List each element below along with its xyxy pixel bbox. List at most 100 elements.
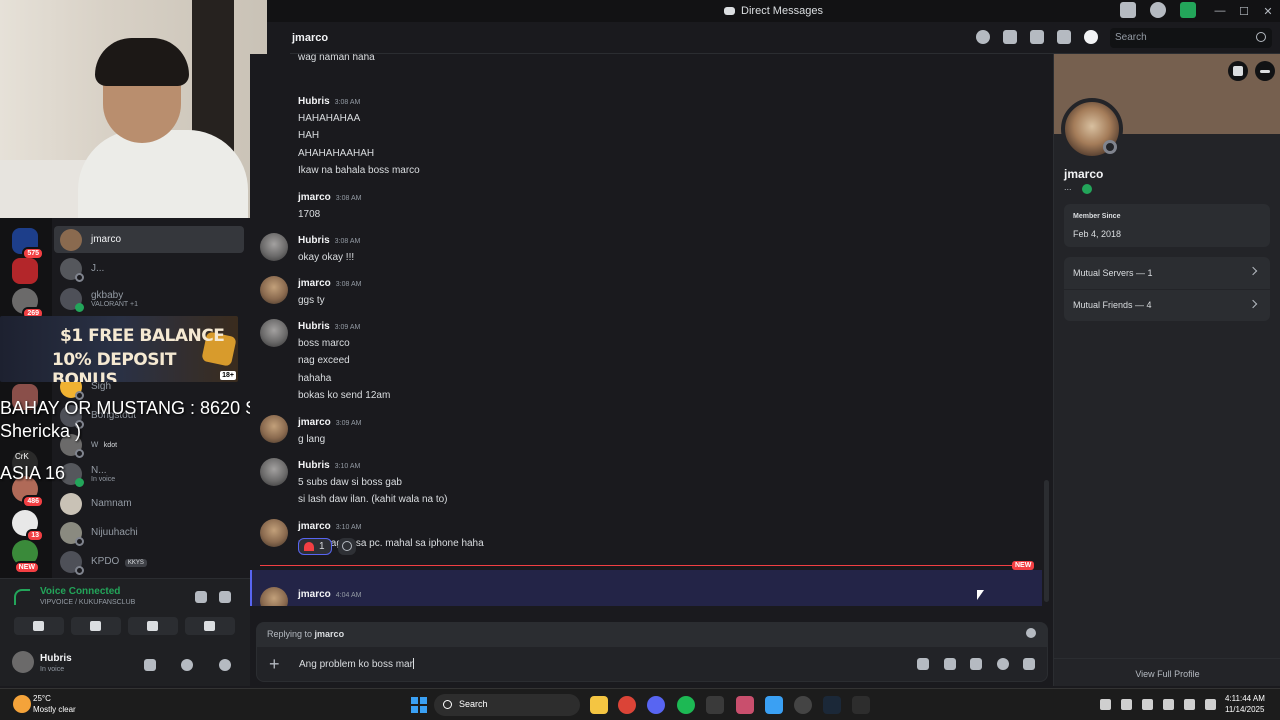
disconnect-icon[interactable] xyxy=(219,591,231,603)
taskbar-search[interactable]: Search xyxy=(434,694,580,716)
author-name[interactable]: jmarco xyxy=(298,278,331,289)
add-friends-icon[interactable] xyxy=(1057,30,1071,44)
message-avatar[interactable] xyxy=(260,519,288,547)
inbox-icon[interactable] xyxy=(1120,2,1136,18)
message-author[interactable]: Hubris 3:10 AM xyxy=(298,460,360,471)
dm-item[interactable]: Namnam xyxy=(54,490,244,517)
server-icon-3[interactable]: 269 xyxy=(12,288,44,320)
user-profile-icon[interactable] xyxy=(1084,30,1098,44)
noise-suppression-icon[interactable] xyxy=(195,591,207,603)
add-friend-button[interactable] xyxy=(1228,61,1248,81)
profile-name: jmarco xyxy=(1064,167,1104,181)
dm-item[interactable]: Nijuuhachi xyxy=(54,519,244,546)
close-button[interactable]: ✕ xyxy=(1256,5,1280,18)
tray-app-icon[interactable] xyxy=(1142,699,1153,710)
author-name[interactable]: Hubris xyxy=(298,321,330,332)
server-icon-7[interactable]: 13 xyxy=(12,510,44,542)
help-icon[interactable] xyxy=(1150,2,1166,18)
message-author[interactable]: jmarco 3:08 AM xyxy=(298,278,361,289)
start-button[interactable] xyxy=(411,697,427,713)
view-full-profile-link[interactable]: View Full Profile xyxy=(1054,658,1280,686)
chrome-icon[interactable] xyxy=(618,696,636,714)
app-y-icon[interactable] xyxy=(706,696,724,714)
message-avatar[interactable] xyxy=(260,276,288,304)
chat-scrollbar[interactable] xyxy=(1044,480,1049,602)
search-input[interactable]: Search xyxy=(1110,28,1272,48)
tray-app-icon[interactable] xyxy=(1121,699,1132,710)
server-icon-2[interactable] xyxy=(12,258,38,284)
clock-date[interactable]: 11/14/2025 xyxy=(1225,705,1264,714)
message-author[interactable]: Hubris 3:09 AM xyxy=(298,321,360,332)
discord-icon[interactable] xyxy=(647,696,665,714)
volume-icon[interactable] xyxy=(1205,699,1216,710)
server-icon-8[interactable]: NEW xyxy=(12,540,40,574)
screen-share-button[interactable] xyxy=(71,617,121,635)
dm-item[interactable]: N... In voice xyxy=(54,460,244,487)
dm-item[interactable]: gkbaby VALORANT +1 xyxy=(54,285,244,312)
tray-chevron-icon[interactable] xyxy=(1100,699,1111,710)
author-name[interactable]: Hubris xyxy=(298,460,330,471)
gift-icon[interactable] xyxy=(917,658,929,670)
steam-icon[interactable] xyxy=(823,696,841,714)
user-avatar[interactable] xyxy=(12,651,34,673)
message-avatar[interactable] xyxy=(260,319,288,347)
settings-gear-icon[interactable] xyxy=(219,659,231,671)
message-composer[interactable]: + Ang problem ko boss mar xyxy=(256,646,1048,682)
network-icon[interactable] xyxy=(1184,699,1195,710)
video-call-icon[interactable] xyxy=(1003,30,1017,44)
sticker-icon[interactable] xyxy=(970,658,982,670)
voice-status[interactable]: Voice Connected xyxy=(40,586,120,597)
message-avatar[interactable] xyxy=(260,233,288,261)
message-author[interactable]: jmarco 4:04 AM xyxy=(298,589,361,600)
message-author[interactable]: jmarco 3:08 AM xyxy=(298,192,361,203)
gif-icon[interactable] xyxy=(944,658,956,670)
author-name[interactable]: jmarco xyxy=(298,589,331,600)
download-icon[interactable] xyxy=(1180,2,1196,18)
mutual-friends-label[interactable]: Mutual Friends — 4 xyxy=(1073,300,1152,310)
minimize-button[interactable]: — xyxy=(1208,5,1232,17)
server-icon-1[interactable]: 575 xyxy=(12,228,44,260)
weather-icon[interactable] xyxy=(13,695,31,713)
dm-item-jmarco[interactable]: jmarco xyxy=(54,226,244,253)
more-options-button[interactable] xyxy=(1255,61,1275,81)
apps-icon[interactable] xyxy=(1023,658,1035,670)
reaction-heart[interactable]: 1 xyxy=(298,538,332,555)
dm-item[interactable]: J... xyxy=(54,255,244,282)
message-avatar[interactable] xyxy=(260,415,288,443)
message-author[interactable]: jmarco 3:09 AM xyxy=(298,417,361,428)
headphones-icon[interactable] xyxy=(181,659,193,671)
file-explorer-icon[interactable] xyxy=(590,696,608,714)
author-name[interactable]: jmarco xyxy=(298,417,331,428)
upload-plus-icon[interactable]: + xyxy=(269,654,280,675)
clock-time[interactable]: 4:11:44 AM xyxy=(1225,694,1265,703)
cancel-reply-icon[interactable] xyxy=(1026,628,1036,638)
pin-icon[interactable] xyxy=(1030,30,1044,44)
microphone-icon[interactable] xyxy=(144,659,156,671)
maximize-button[interactable]: ☐ xyxy=(1232,5,1256,18)
message-input[interactable]: Ang problem ko boss mar xyxy=(299,658,414,670)
call-icon[interactable] xyxy=(976,30,990,44)
activities-button[interactable] xyxy=(128,617,178,635)
app-y2-icon[interactable] xyxy=(852,696,870,714)
video-toggle-button[interactable] xyxy=(14,617,64,635)
message-author[interactable]: Hubris 3:08 AM xyxy=(298,235,360,246)
voice-channel[interactable]: VIPVOICE / KUKUFANSCLUB xyxy=(40,599,135,606)
active-app-icon[interactable] xyxy=(736,696,754,714)
tray-mic-icon[interactable] xyxy=(1163,699,1174,710)
notepad-icon[interactable] xyxy=(765,696,783,714)
author-name[interactable]: Hubris xyxy=(298,96,330,107)
message-author[interactable]: jmarco 3:10 AM xyxy=(298,521,361,532)
author-name[interactable]: jmarco xyxy=(298,192,331,203)
spotify-icon[interactable] xyxy=(677,696,695,714)
emoji-picker-icon[interactable] xyxy=(997,658,1009,670)
dm-item[interactable]: w kdot xyxy=(54,431,244,458)
author-name[interactable]: jmarco xyxy=(298,521,331,532)
message-avatar[interactable] xyxy=(260,458,288,486)
dm-item[interactable]: KPDO KKYS xyxy=(54,548,244,575)
mutual-servers-card[interactable]: Mutual Servers — 1 Mutual Friends — 4 xyxy=(1064,257,1270,321)
add-reaction-button[interactable] xyxy=(338,538,356,555)
obs-icon[interactable] xyxy=(794,696,812,714)
author-name[interactable]: Hubris xyxy=(298,235,330,246)
soundboard-button[interactable] xyxy=(185,617,235,635)
message-author[interactable]: Hubris 3:08 AM xyxy=(298,96,360,107)
